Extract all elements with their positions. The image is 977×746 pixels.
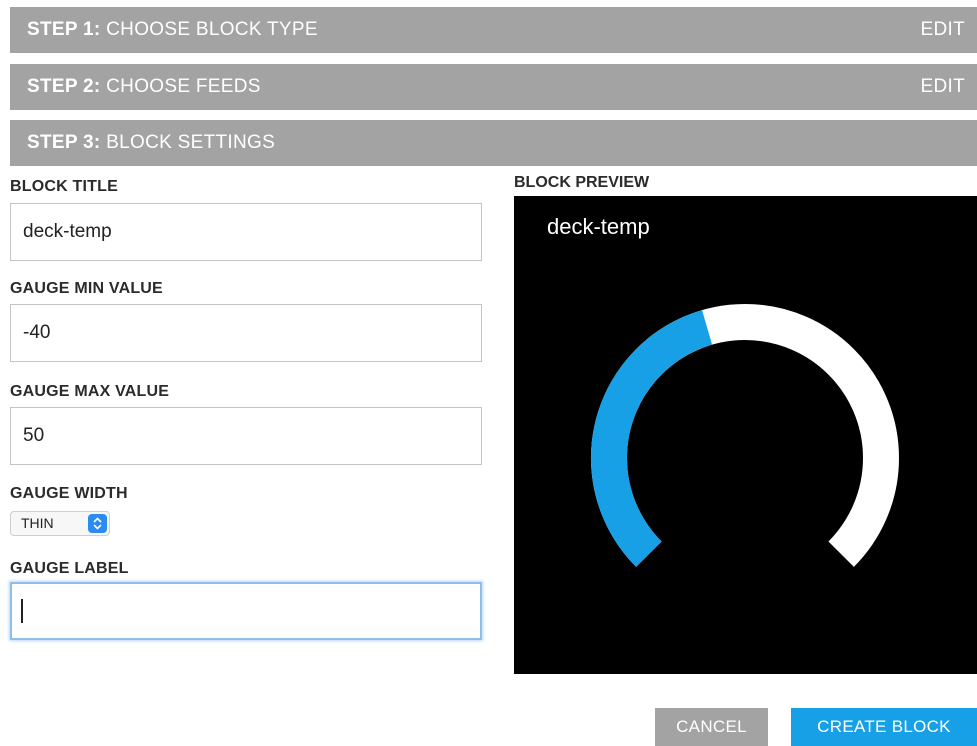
block-preview-label: BLOCK PREVIEW: [514, 174, 650, 191]
gauge-width-select[interactable]: THIN: [10, 511, 110, 536]
gauge-min-label: GAUGE MIN VALUE: [10, 280, 163, 297]
step-1-edit-link[interactable]: EDIT: [921, 7, 965, 53]
block-title-label: BLOCK TITLE: [10, 178, 118, 195]
step-2-edit-link[interactable]: EDIT: [921, 64, 965, 110]
gauge-fill: [591, 310, 713, 567]
step-2-bar[interactable]: STEP 2: CHOOSE FEEDS EDIT: [10, 64, 977, 110]
step-3-title: BLOCK SETTINGS: [106, 132, 276, 153]
gauge-width-value: THIN: [21, 515, 54, 531]
create-block-dialog: STEP 1: CHOOSE BLOCK TYPE EDIT STEP 2: C…: [0, 0, 977, 746]
gauge-chart: [591, 304, 899, 567]
gauge-min-input[interactable]: [10, 304, 482, 362]
block-preview-panel: deck-temp: [514, 196, 977, 674]
text-cursor: [21, 599, 23, 623]
step-3-bar: STEP 3: BLOCK SETTINGS: [10, 120, 977, 166]
gauge-label-input[interactable]: [10, 582, 482, 640]
cancel-button[interactable]: CANCEL: [655, 708, 768, 746]
chevron-updown-icon[interactable]: [88, 514, 107, 533]
step-1-bar[interactable]: STEP 1: CHOOSE BLOCK TYPE EDIT: [10, 7, 977, 53]
gauge-max-input[interactable]: [10, 407, 482, 465]
gauge-width-label: GAUGE WIDTH: [10, 485, 128, 502]
step-3-number: STEP 3:: [27, 132, 101, 153]
block-title-input[interactable]: [10, 203, 482, 261]
step-2-title: CHOOSE FEEDS: [106, 76, 261, 97]
gauge-label-label: GAUGE LABEL: [10, 560, 129, 577]
gauge-max-label: GAUGE MAX VALUE: [10, 383, 170, 400]
step-1-title: CHOOSE BLOCK TYPE: [106, 19, 318, 40]
create-block-button[interactable]: CREATE BLOCK: [791, 708, 977, 746]
step-1-number: STEP 1:: [27, 19, 101, 40]
step-2-number: STEP 2:: [27, 76, 101, 97]
